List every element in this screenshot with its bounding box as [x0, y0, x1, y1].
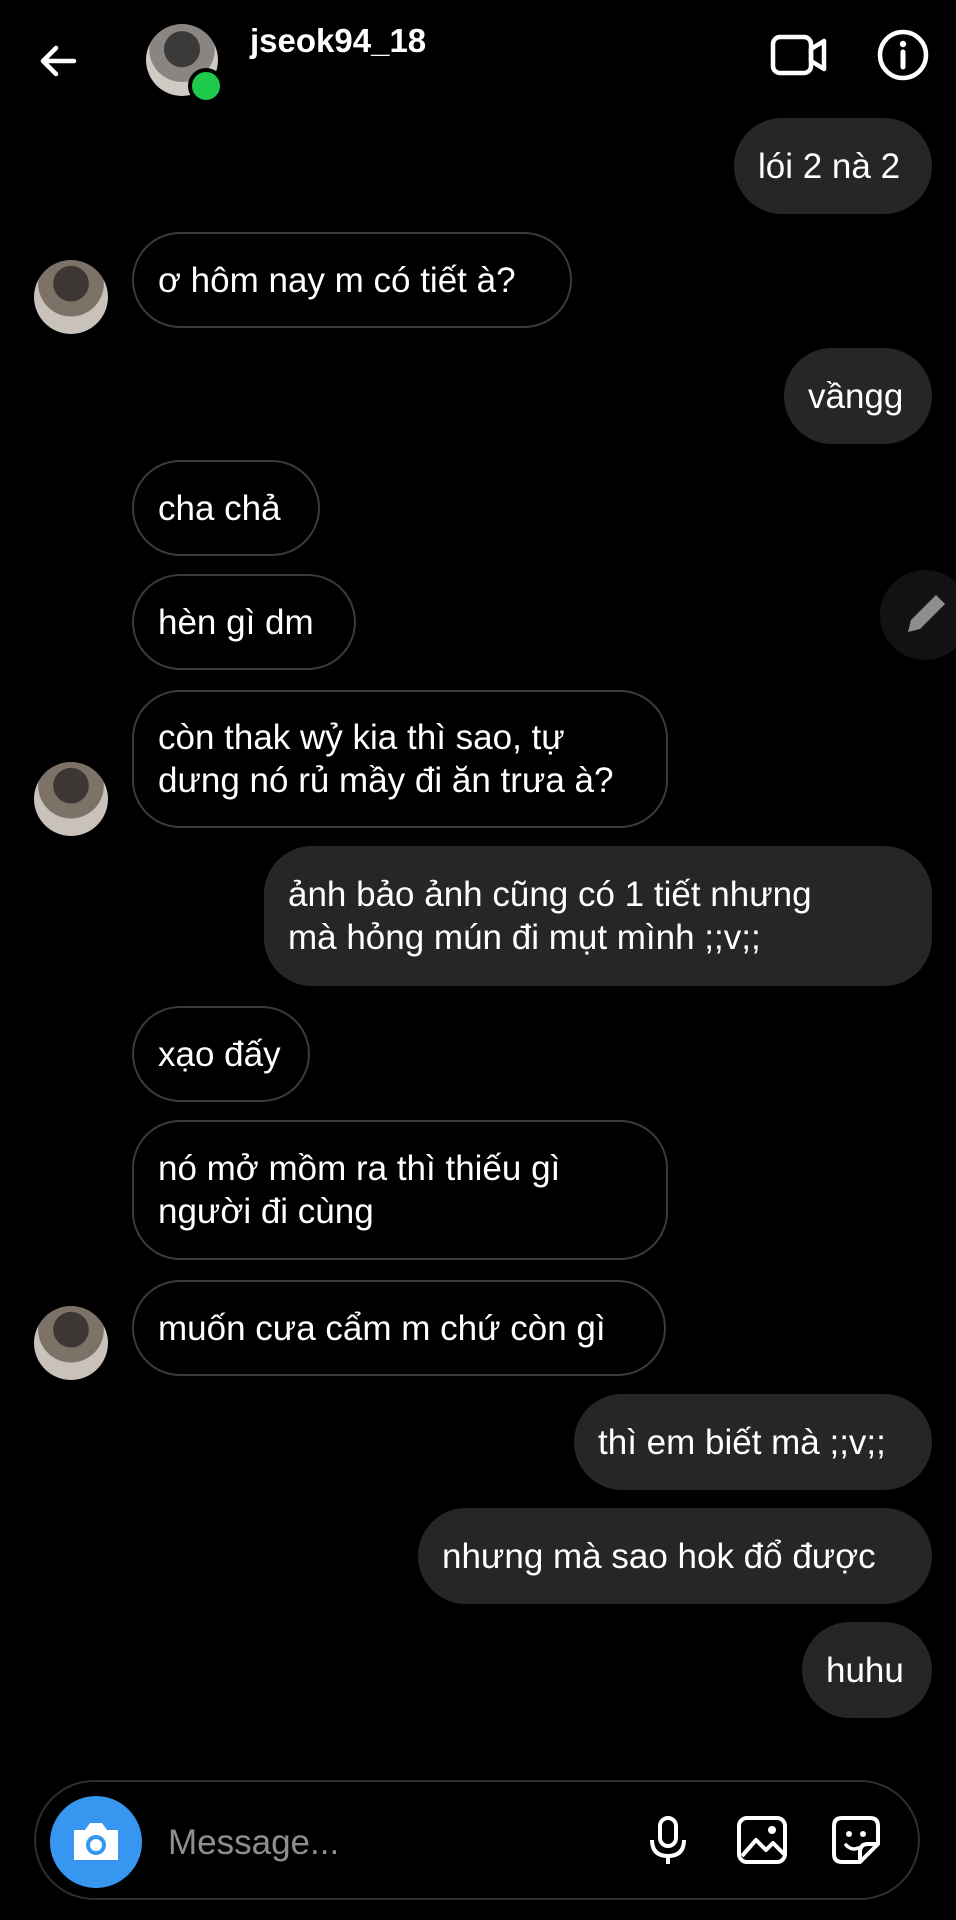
microphone-icon[interactable] [640, 1812, 696, 1868]
chat-header: jseok94_18 [0, 0, 956, 120]
message-bubble-incoming[interactable]: hèn gì dm [132, 574, 356, 670]
message-input[interactable] [166, 1812, 630, 1874]
message-bubble-outgoing[interactable]: huhu [802, 1622, 932, 1718]
sticker-icon[interactable] [828, 1812, 884, 1868]
contact-avatar[interactable] [34, 1306, 108, 1380]
message-bubble-incoming[interactable]: nó mở mồm ra thì thiếu gì người đi cùng [132, 1120, 668, 1260]
message-bubble-incoming[interactable]: ơ hôm nay m có tiết à? [132, 232, 572, 328]
camera-icon [74, 1823, 118, 1860]
online-status-dot [188, 68, 224, 104]
edit-button[interactable] [880, 570, 956, 660]
contact-username[interactable]: jseok94_18 [250, 22, 426, 60]
message-bubble-incoming[interactable]: xạo đấy [132, 1006, 310, 1102]
message-bubble-incoming[interactable]: cha chả [132, 460, 320, 556]
info-icon[interactable] [876, 28, 930, 82]
message-bubble-outgoing[interactable]: ảnh bảo ảnh cũng có 1 tiết nhưng mà hỏng… [264, 846, 932, 986]
message-bubble-outgoing[interactable]: vầngg [784, 348, 932, 444]
video-call-icon[interactable] [770, 30, 828, 80]
message-bubble-outgoing[interactable]: lói 2 nà 2 [734, 118, 932, 214]
back-arrow-icon[interactable] [34, 36, 84, 86]
camera-button[interactable] [50, 1796, 142, 1888]
message-bubble-outgoing[interactable]: nhưng mà sao hok đổ được [418, 1508, 932, 1604]
gallery-icon[interactable] [734, 1812, 790, 1868]
contact-avatar[interactable] [34, 260, 108, 334]
message-bubble-incoming[interactable]: còn thak wỷ kia thì sao, tự dưng nó rủ m… [132, 690, 668, 828]
contact-avatar[interactable] [34, 762, 108, 836]
message-bubble-incoming[interactable]: muốn cưa cẩm m chứ còn gì [132, 1280, 666, 1376]
edit-pencil-icon [908, 595, 945, 632]
message-bubble-outgoing[interactable]: thì em biết mà ;;v;; [574, 1394, 932, 1490]
